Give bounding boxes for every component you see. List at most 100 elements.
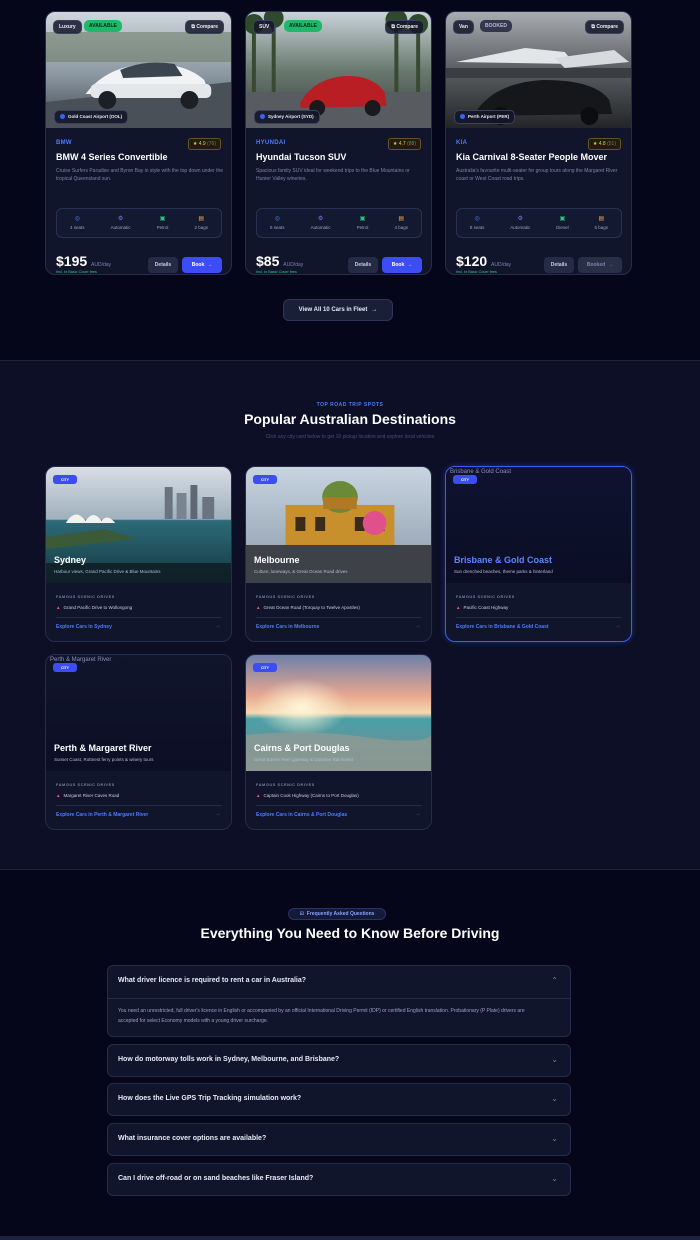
- car-card[interactable]: Luxury AVAILABLE ⧉ Compare Gold Coast Ai…: [45, 11, 232, 275]
- arrow-right-icon: →: [207, 262, 213, 268]
- faq-question[interactable]: How does the Live GPS Trip Tracking simu…: [118, 1095, 301, 1102]
- details-button[interactable]: Details: [148, 257, 178, 273]
- book-button[interactable]: Book →: [382, 257, 422, 273]
- arrow-right-icon[interactable]: →: [415, 623, 421, 629]
- explore-cars-link[interactable]: Explore Cars in Brisbane & Gold Coast: [456, 624, 549, 630]
- page: Luxury AVAILABLE ⧉ Compare Gold Coast Ai…: [0, 0, 700, 1240]
- city-badge: CITY: [453, 475, 477, 484]
- car-description: Australia's favourite multi-seater for g…: [456, 168, 618, 182]
- explore-cars-link[interactable]: Explore Cars in Sydney: [56, 624, 112, 630]
- divider: [56, 805, 222, 806]
- arrow-right-icon[interactable]: →: [215, 811, 221, 817]
- compare-button[interactable]: ⧉ Compare: [385, 20, 424, 34]
- car-card[interactable]: Van BOOKED ⧉ Compare Perth Airport (PER)…: [445, 11, 632, 275]
- seat-icon: ◎: [74, 216, 80, 222]
- price-note: Incl. In Basic Cover fees: [256, 270, 297, 274]
- chevron-down-icon[interactable]: ⌄: [551, 1174, 558, 1183]
- arrow-right-icon: →: [407, 262, 413, 268]
- chevron-down-icon[interactable]: ⌄: [551, 1134, 558, 1143]
- arrow-right-icon[interactable]: →: [415, 811, 421, 817]
- spec-list: ◎ 5 seats ⚙ Automatic ▣ Petrol ▤ 4 bags: [256, 208, 422, 238]
- spec-label: Petrol: [156, 225, 169, 230]
- price-unit: AUD/day: [91, 262, 112, 268]
- destination-photo: [246, 467, 431, 583]
- book-button[interactable]: Book →: [182, 257, 222, 273]
- category-badge: SUV: [253, 20, 276, 34]
- car-card[interactable]: SUV AVAILABLE ⧉ Compare Sydney Airport (…: [245, 11, 432, 275]
- scenic-drive-item: ▲ Margaret River Caves Road: [56, 793, 119, 798]
- rating-badge: ★ 4.9 (76): [187, 138, 221, 150]
- rating-value: 4.8: [598, 141, 606, 147]
- availability-badge: BOOKED: [480, 20, 512, 32]
- spec-label: Automatic: [510, 225, 531, 230]
- details-button[interactable]: Details: [544, 257, 574, 273]
- scenic-drive-item: ▲ Captain Cook Highway (Cairns to Port Do…: [256, 793, 359, 798]
- spec-list: ◎ 8 seats ⚙ Automatic ▣ Diesel ▤ 5 bags: [456, 208, 622, 238]
- airport-label: Perth Airport (PER): [468, 114, 510, 119]
- arrow-right-icon[interactable]: →: [615, 623, 621, 629]
- airport-label: Sydney Airport (SYD): [268, 114, 314, 119]
- chevron-down-icon[interactable]: ⌄: [551, 1055, 558, 1064]
- booked-button[interactable]: Booked →: [578, 257, 622, 273]
- location-pin-icon: [460, 114, 465, 119]
- destination-card-perth[interactable]: Perth & Margaret River CITY Perth & Marg…: [45, 654, 232, 830]
- view-all-label: View All 10 Cars in Fleet: [298, 307, 368, 313]
- chevron-up-icon[interactable]: ⌃: [551, 976, 558, 985]
- scenic-drive-name: Pacific Coast Highway: [463, 605, 509, 610]
- destination-description: Harbour views, Grand Pacific Drive & Blu…: [54, 569, 161, 574]
- gear-icon: ⚙: [517, 216, 523, 222]
- faq-item[interactable]: What insurance cover options are availab…: [107, 1123, 571, 1156]
- luggage-icon: ▤: [598, 216, 605, 222]
- explore-cars-link[interactable]: Explore Cars in Melbourne: [256, 624, 319, 630]
- road-marker-icon: ▲: [56, 605, 61, 610]
- road-marker-icon: ▲: [256, 605, 261, 610]
- faq-item[interactable]: Can I drive off-road or on sand beaches …: [107, 1163, 571, 1196]
- faq-question[interactable]: What insurance cover options are availab…: [118, 1135, 266, 1142]
- compare-button[interactable]: ⧉ Compare: [585, 20, 624, 34]
- destination-card-sydney[interactable]: CITY Sydney Harbour views, Grand Pacific…: [45, 466, 232, 642]
- footer-divider: [0, 1236, 700, 1240]
- road-marker-icon: ▲: [456, 605, 461, 610]
- scenic-drive-name: Grand Pacific Drive to Wollongong: [63, 605, 133, 610]
- price-value: $85: [256, 253, 280, 269]
- view-all-cars-button[interactable]: View All 10 Cars in Fleet →: [283, 299, 393, 321]
- airport-badge: Sydney Airport (SYD): [254, 110, 320, 124]
- spec-label: Diesel: [556, 225, 569, 230]
- scenic-drive-name: Captain Cook Highway (Cairns to Port Dou…: [263, 793, 359, 798]
- faq-item[interactable]: What driver licence is required to rent …: [107, 965, 571, 1037]
- faq-question[interactable]: What driver licence is required to rent …: [118, 977, 306, 984]
- explore-cars-link[interactable]: Explore Cars in Cairns & Port Douglas: [256, 812, 347, 818]
- fuel-icon: ▣: [559, 216, 566, 222]
- faq-item[interactable]: How do motorway tolls work in Sydney, Me…: [107, 1044, 571, 1077]
- scenic-drives-label: FAMOUS SCENIC DRIVES: [256, 783, 315, 787]
- chevron-down-icon[interactable]: ⌄: [551, 1094, 558, 1103]
- destination-name: Brisbane & Gold Coast: [454, 555, 553, 565]
- explore-cars-link[interactable]: Explore Cars in Perth & Margaret River: [56, 812, 148, 818]
- divider: [256, 805, 422, 806]
- scenic-drive-item: ▲ Grand Pacific Drive to Wollongong: [56, 605, 132, 610]
- destination-card-melbourne[interactable]: CITY Melbourne Culture, laneways, & Grea…: [245, 466, 432, 642]
- car-description: Cruise Surfers Paradise and Byron Bay in…: [56, 168, 224, 182]
- fuel-icon: ▣: [159, 216, 166, 222]
- details-button[interactable]: Details: [348, 257, 378, 273]
- price-note: Incl. In Basic Cover fees: [56, 270, 97, 274]
- destination-card-brisbane[interactable]: Brisbane & Gold Coast CITY Brisbane & Go…: [445, 466, 632, 642]
- destination-card-cairns[interactable]: CITY Cairns & Port Douglas Great Barrier…: [245, 654, 432, 830]
- compare-label: Compare: [196, 24, 218, 30]
- price-value: $195: [56, 253, 88, 269]
- fleet-section: Luxury AVAILABLE ⧉ Compare Gold Coast Ai…: [0, 0, 700, 360]
- arrow-right-icon[interactable]: →: [215, 623, 221, 629]
- faq-question[interactable]: Can I drive off-road or on sand beaches …: [118, 1175, 313, 1182]
- airport-label: Gold Coast Airport (OOL): [68, 114, 123, 119]
- help-icon: ⊡: [299, 911, 304, 917]
- price: $85 AUD/day: [256, 253, 303, 269]
- faq-chip-label: Frequently Asked Questions: [306, 911, 375, 917]
- faq-item[interactable]: How does the Live GPS Trip Tracking simu…: [107, 1083, 571, 1116]
- seat-icon: ◎: [274, 216, 280, 222]
- category-badge: Van: [453, 20, 474, 34]
- spec-label: 4 seats: [70, 225, 85, 230]
- book-label: Book: [191, 262, 205, 268]
- compare-button[interactable]: ⧉ Compare: [185, 20, 224, 34]
- faq-question[interactable]: How do motorway tolls work in Sydney, Me…: [118, 1056, 339, 1063]
- spec-label: 2 bags: [194, 225, 208, 230]
